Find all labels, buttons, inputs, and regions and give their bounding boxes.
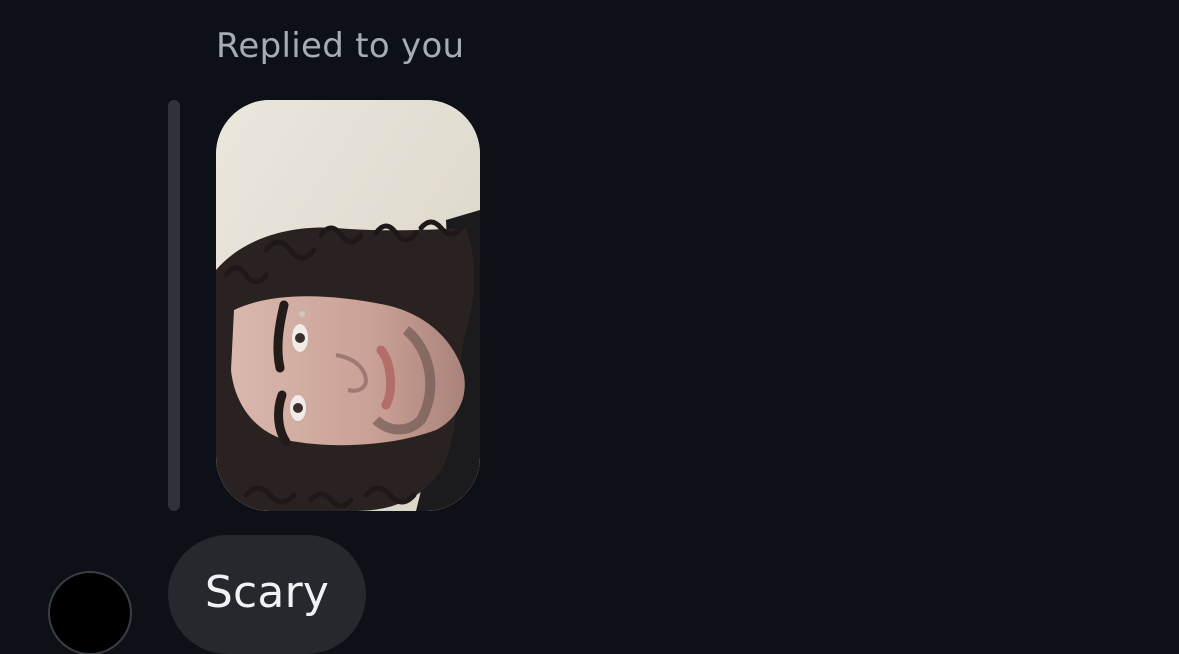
message-thread: Replied to you Scary xyxy=(0,0,1179,654)
message-bubble[interactable]: Scary xyxy=(168,535,366,654)
photo-icon xyxy=(216,100,480,511)
reply-context-label: Replied to you xyxy=(216,26,465,66)
reply-quote-bar xyxy=(168,100,180,511)
sender-avatar[interactable] xyxy=(48,571,132,654)
replied-photo-thumbnail[interactable] xyxy=(216,100,480,511)
message-text: Scary xyxy=(204,567,330,618)
